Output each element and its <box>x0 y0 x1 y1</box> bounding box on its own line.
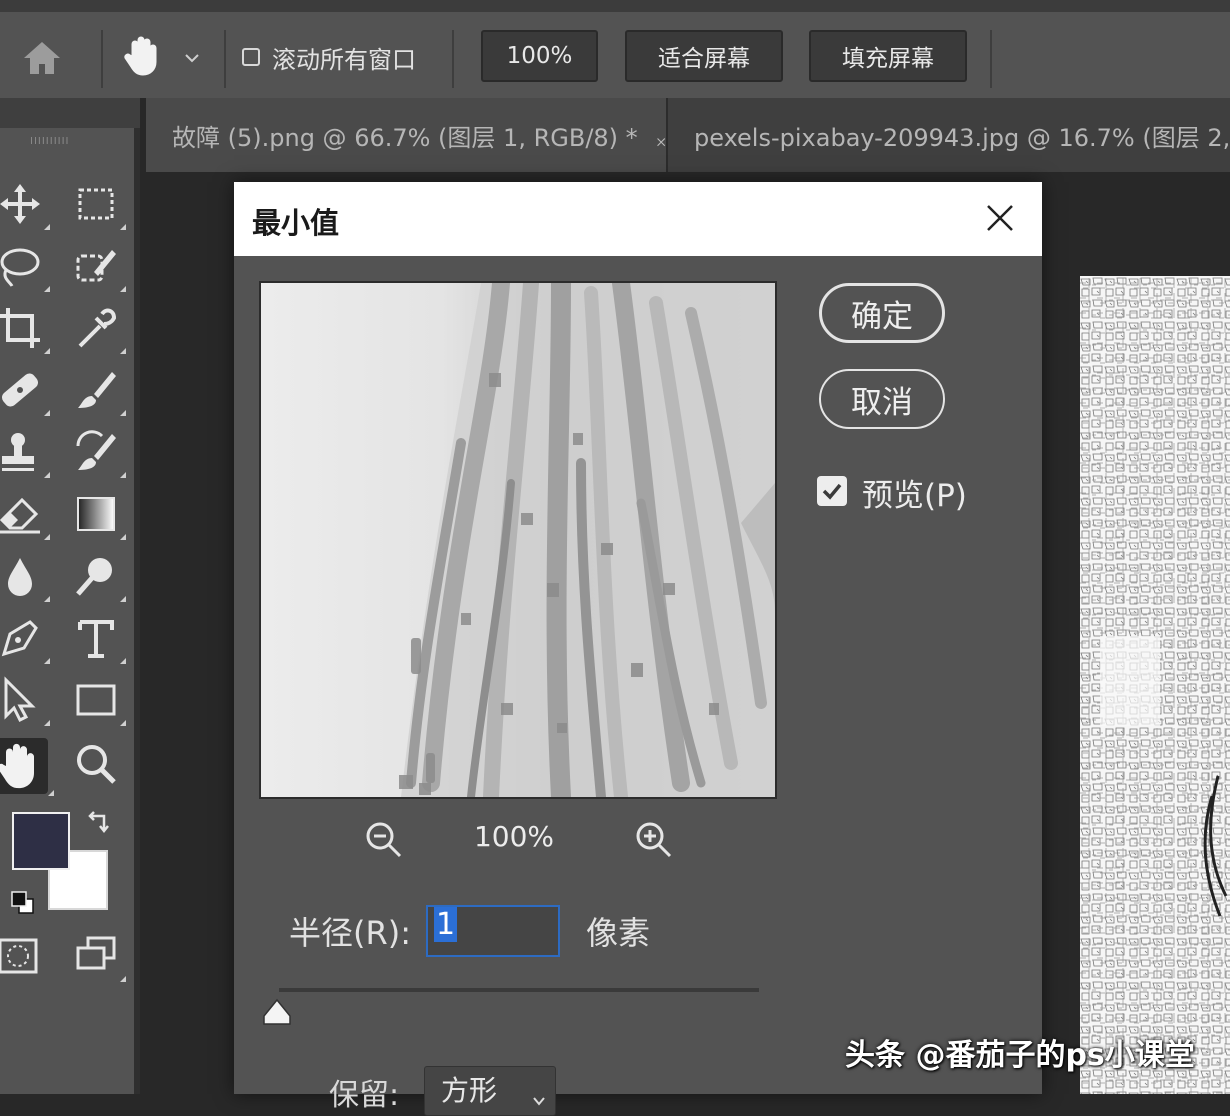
radius-label: 半径(R): <box>289 914 411 952</box>
quick-mask-icon[interactable] <box>0 932 42 980</box>
dialog-title-bar[interactable]: 最小值 <box>234 182 1042 256</box>
radius-slider-track[interactable] <box>279 988 759 992</box>
blur-tool-icon[interactable] <box>0 552 50 602</box>
preview-label: 预览(P) <box>862 478 967 514</box>
move-tool-icon[interactable] <box>0 180 50 230</box>
fill-screen-button[interactable]: 填充屏幕 <box>809 30 967 82</box>
preview-zoom-level: 100% <box>473 820 555 853</box>
tab-document-1[interactable]: 故障 (5).png @ 66.7% (图层 1, RGB/8) * <box>146 98 666 172</box>
minimum-filter-dialog: 最小值 100% 确定 取消 预览(P) 半径(R): 1 像素 保留: 方形 <box>234 182 1042 1116</box>
dialog-title: 最小值 <box>252 206 340 240</box>
document-canvas-image[interactable] <box>1080 276 1230 1094</box>
radius-input[interactable]: 1 <box>426 905 560 957</box>
zoom-100-button[interactable]: 100% <box>481 30 598 82</box>
tab-label: pexels-pixabay-209943.jpg @ 16.7% (图层 2,… <box>694 123 1230 152</box>
chevron-down-icon <box>531 1083 547 1106</box>
radius-slider-thumb[interactable] <box>262 998 292 1026</box>
eraser-tool-icon[interactable] <box>0 490 50 540</box>
panel-grip-dots: IIIIIIIIII <box>30 136 70 147</box>
divider <box>224 30 226 88</box>
crop-tool-icon[interactable] <box>0 304 50 354</box>
clone-stamp-tool-icon[interactable] <box>0 428 50 478</box>
tools-panel: IIIIIIIIII <box>0 98 140 1094</box>
watermark-text: 头条 @番茄子的ps小课堂 <box>845 1038 1195 1073</box>
radius-value: 1 <box>434 907 458 942</box>
cancel-button[interactable]: 取消 <box>819 369 945 429</box>
ok-button[interactable]: 确定 <box>819 283 945 343</box>
screen-mode-icon[interactable] <box>72 932 126 982</box>
scroll-all-windows-label: 滚动所有窗口 <box>272 46 416 74</box>
tab-label: 故障 (5).png @ 66.7% (图层 1, RGB/8) * <box>172 123 638 152</box>
brush-tool-icon[interactable] <box>72 366 126 416</box>
foreground-color-swatch[interactable] <box>12 812 70 870</box>
lasso-tool-icon[interactable] <box>0 242 50 292</box>
preview-checkbox[interactable] <box>817 476 847 506</box>
preserve-select[interactable]: 方形 <box>424 1066 556 1116</box>
zoom-tool-icon[interactable] <box>72 740 120 788</box>
fit-screen-button[interactable]: 适合屏幕 <box>625 30 783 82</box>
hand-tool-icon[interactable] <box>120 34 164 78</box>
preserve-value: 方形 <box>441 1074 498 1107</box>
zoom-out-icon[interactable] <box>364 820 404 860</box>
hand-tool-icon[interactable] <box>0 738 54 796</box>
history-brush-tool-icon[interactable] <box>72 428 126 478</box>
pen-tool-icon[interactable] <box>0 614 50 664</box>
default-colors-icon[interactable] <box>10 890 36 916</box>
rectangle-tool-icon[interactable] <box>72 676 126 726</box>
zoom-in-icon[interactable] <box>634 820 674 860</box>
healing-brush-tool-icon[interactable] <box>0 366 50 416</box>
swap-colors-icon[interactable] <box>86 810 112 836</box>
panel-grip[interactable] <box>0 98 140 128</box>
path-selection-tool-icon[interactable] <box>0 676 50 726</box>
document-tab-bar: 故障 (5).png @ 66.7% (图层 1, RGB/8) * pexel… <box>146 98 1230 172</box>
scroll-all-windows-checkbox[interactable] <box>242 48 260 66</box>
preserve-label: 保留: <box>329 1078 400 1113</box>
type-tool-icon[interactable] <box>72 614 126 664</box>
options-bar: 滚动所有窗口 100% 适合屏幕 填充屏幕 <box>0 0 1230 98</box>
home-icon[interactable] <box>20 38 64 78</box>
marquee-tool-icon[interactable] <box>72 180 126 230</box>
divider <box>990 30 992 88</box>
close-icon[interactable] <box>984 202 1016 234</box>
divider <box>452 30 454 88</box>
dodge-tool-icon[interactable] <box>72 552 126 602</box>
chevron-down-icon[interactable] <box>182 48 202 68</box>
object-selection-tool-icon[interactable] <box>72 242 126 292</box>
close-icon[interactable] <box>656 125 666 146</box>
gradient-tool-icon[interactable] <box>72 490 126 540</box>
tab-document-2[interactable]: pexels-pixabay-209943.jpg @ 16.7% (图层 2,… <box>668 98 1230 172</box>
filter-preview-image[interactable] <box>259 281 777 799</box>
radius-unit-label: 像素 <box>586 914 651 952</box>
divider <box>101 30 103 88</box>
eyedropper-tool-icon[interactable] <box>72 304 126 354</box>
